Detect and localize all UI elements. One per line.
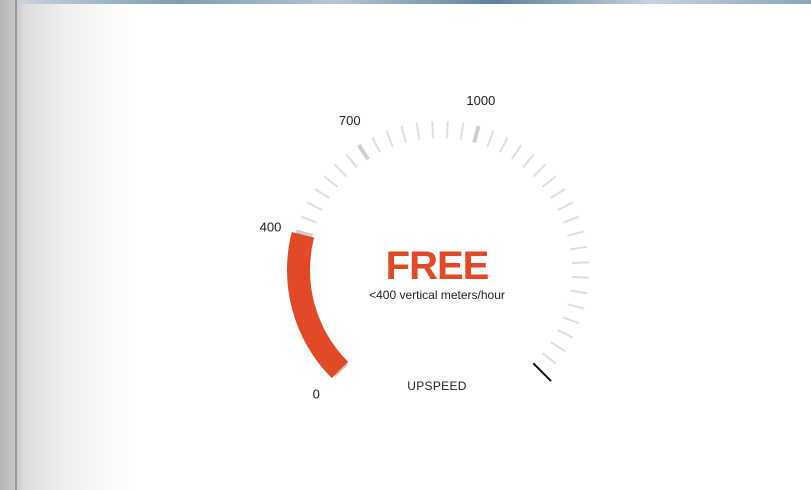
gauge-tick <box>333 163 348 178</box>
gauge-scale-label: 1000 <box>466 93 495 108</box>
gauge-tick <box>314 188 330 199</box>
gauge-subtitle: <400 vertical meters/hour <box>369 288 505 302</box>
gauge-tick <box>415 122 421 140</box>
gauge-tick <box>571 275 589 279</box>
gauge-tick <box>385 130 394 148</box>
gauge-tick <box>571 261 589 265</box>
gauge-scale-label: 0 <box>313 387 320 402</box>
gauge-tick <box>345 153 358 169</box>
gauge-tick <box>550 341 566 352</box>
gauge-tick <box>486 130 495 148</box>
gauge-tick <box>371 136 381 153</box>
gauge-tick <box>541 175 557 188</box>
gauge-tick <box>562 215 580 224</box>
gauge-tick <box>562 316 580 325</box>
gauge-tick <box>323 175 339 188</box>
gauge-tick <box>306 201 323 211</box>
gauge-end-marker <box>532 362 552 382</box>
gauge-tick <box>300 215 318 224</box>
gauge-value-arc <box>287 231 349 379</box>
gauge-tick <box>532 163 547 178</box>
gauge-tick <box>445 121 449 139</box>
gauge-tick <box>570 245 588 251</box>
gauge-tick <box>400 125 407 143</box>
gauge-scale-label: 400 <box>260 219 282 234</box>
gauge-scale-label: 700 <box>339 113 361 128</box>
gauge-tick <box>567 303 585 310</box>
gauge-tick <box>472 125 481 144</box>
gauge-title: FREE <box>386 244 489 288</box>
page: 0 400 700 1000 FREE <400 vertical meters/ho… <box>0 0 811 490</box>
gauge-tick <box>511 144 522 160</box>
gauge-name: UPSPEED <box>407 379 466 393</box>
gauge-tick <box>459 122 465 140</box>
gauge-tick <box>522 153 535 169</box>
gauge-tick <box>431 121 435 139</box>
gauge-tick <box>567 230 585 237</box>
gauge-tick <box>541 352 557 365</box>
gauge-tick <box>557 201 574 211</box>
gauge-tick <box>550 188 566 199</box>
gauge-tick <box>557 329 574 339</box>
upspeed-gauge: 0 400 700 1000 FREE <400 vertical meters/ho… <box>260 93 589 402</box>
gauge-tick <box>357 143 370 161</box>
gauge-tick <box>499 136 509 153</box>
gauge-tick <box>570 289 588 295</box>
